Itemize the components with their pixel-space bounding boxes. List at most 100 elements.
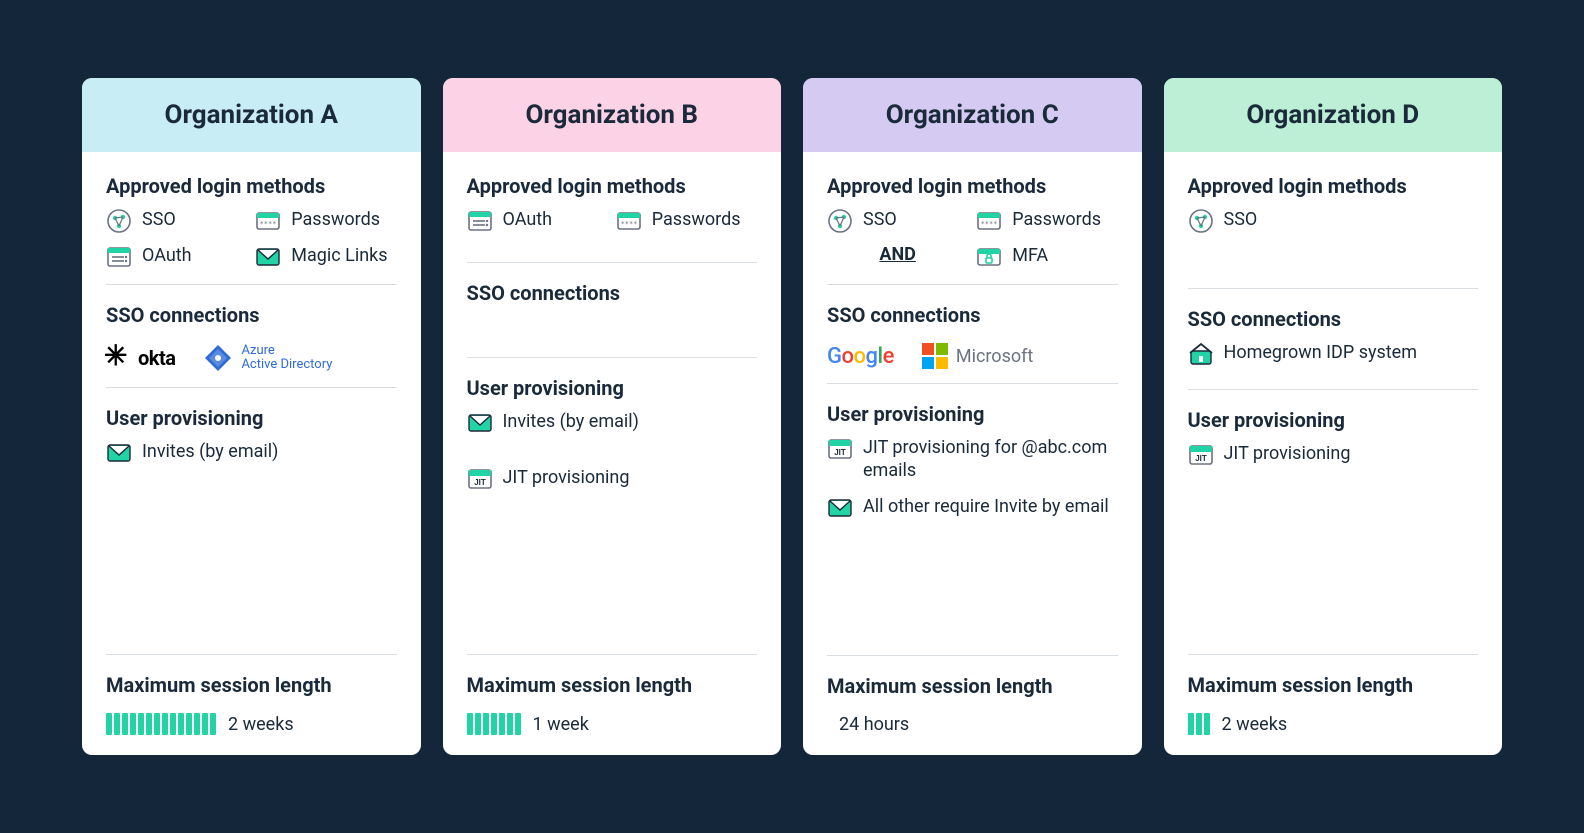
divider [467,357,758,358]
session-length: 2 weeks [106,713,397,735]
method-magic-links: Magic Links [255,244,396,270]
card-title: Organization D [1164,78,1503,152]
label: SSO [863,208,897,231]
password-icon [616,208,642,234]
divider [1188,288,1479,289]
section-session: Maximum session length [106,673,397,697]
divider [827,383,1118,384]
provisioning-jit-abc: JIT provisioning for @abc.com emails [827,436,1118,483]
provisioning-invites: Invites (by email) [467,410,758,436]
section-approved: Approved login methods [827,174,1118,198]
mail-icon [255,244,281,270]
divider [827,655,1118,656]
google-logo: Google [827,344,894,369]
section-sso-connections: SSO connections [827,303,1118,327]
session-bars [106,713,216,735]
org-card-b: Organization B Approved login methods OA… [443,78,782,755]
divider [827,284,1118,285]
section-sso-connections: SSO connections [1188,307,1479,331]
divider [467,654,758,655]
label: SSO [1224,208,1258,231]
section-provisioning: User provisioning [467,376,758,400]
password-icon [255,208,281,234]
method-oauth: OAuth [106,244,247,270]
label: Magic Links [291,244,387,267]
sso-icon [106,208,132,234]
session-length: 24 hours [827,714,1118,735]
divider [1188,389,1479,390]
method-passwords: Passwords [255,208,396,234]
section-session: Maximum session length [467,673,758,697]
session-value: 2 weeks [1222,714,1288,735]
oauth-icon [467,208,493,234]
section-approved: Approved login methods [467,174,758,198]
session-value: 2 weeks [228,714,294,735]
method-sso: SSO [827,208,968,234]
method-sso: SSO [1188,208,1479,234]
label: OAuth [142,244,192,267]
divider [467,262,758,263]
session-bars [467,713,521,735]
jit-icon [467,466,493,492]
session-value: 1 week [533,714,589,735]
method-passwords: Passwords [976,208,1117,234]
okta-logo: okta [106,345,175,371]
label: okta [138,346,175,370]
session-value: 24 hours [839,714,909,735]
section-sso-connections: SSO connections [106,303,397,327]
card-title: Organization C [803,78,1142,152]
label: OAuth [503,208,553,231]
label: Passwords [291,208,380,231]
mail-icon [467,410,493,436]
mfa-icon [976,244,1002,270]
label: Invites (by email) [503,410,639,433]
provisioning-jit: JIT provisioning [467,466,758,492]
method-passwords: Passwords [616,208,757,234]
mail-icon [106,440,132,466]
org-card-c: Organization C Approved login methods SS… [803,78,1142,755]
org-card-d: Organization D Approved login methods SS… [1164,78,1503,755]
connection-homegrown: Homegrown IDP system [1188,341,1479,367]
label: JIT provisioning for @abc.com emails [863,436,1118,483]
section-approved: Approved login methods [106,174,397,198]
label: JIT provisioning [503,466,630,489]
label: Passwords [1012,208,1101,231]
label: SSO [142,208,176,231]
session-bars [1188,713,1210,735]
mail-icon [827,495,853,521]
and-operator: AND [879,244,916,270]
label: Passwords [652,208,741,231]
microsoft-logo: Microsoft [922,343,1033,369]
label: Homegrown IDP system [1224,341,1418,364]
label: JIT provisioning [1224,442,1351,465]
provisioning-other-invite: All other require Invite by email [827,495,1118,521]
divider [106,284,397,285]
section-approved: Approved login methods [1188,174,1479,198]
label: All other require Invite by email [863,495,1109,518]
label: Azure [241,343,274,358]
label: Microsoft [956,346,1033,367]
card-title: Organization A [82,78,421,152]
azure-ad-logo: AzureActive Directory [203,343,332,373]
divider [1188,654,1479,655]
section-provisioning: User provisioning [1188,408,1479,432]
oauth-icon [106,244,132,270]
section-provisioning: User provisioning [106,406,397,430]
method-sso: SSO [106,208,247,234]
label: Active Directory [241,357,332,372]
session-length: 1 week [467,713,758,735]
method-mfa: MFA [976,244,1117,270]
home-icon [1188,341,1214,367]
org-card-a: Organization A Approved login methods SS… [82,78,421,755]
label: Invites (by email) [142,440,278,463]
jit-icon [1188,442,1214,468]
sso-icon [827,208,853,234]
card-title: Organization B [443,78,782,152]
provisioning-jit: JIT provisioning [1188,442,1479,468]
section-provisioning: User provisioning [827,402,1118,426]
divider [106,654,397,655]
provisioning-invites: Invites (by email) [106,440,397,466]
label: MFA [1012,244,1048,267]
method-oauth: OAuth [467,208,608,234]
sso-icon [1188,208,1214,234]
